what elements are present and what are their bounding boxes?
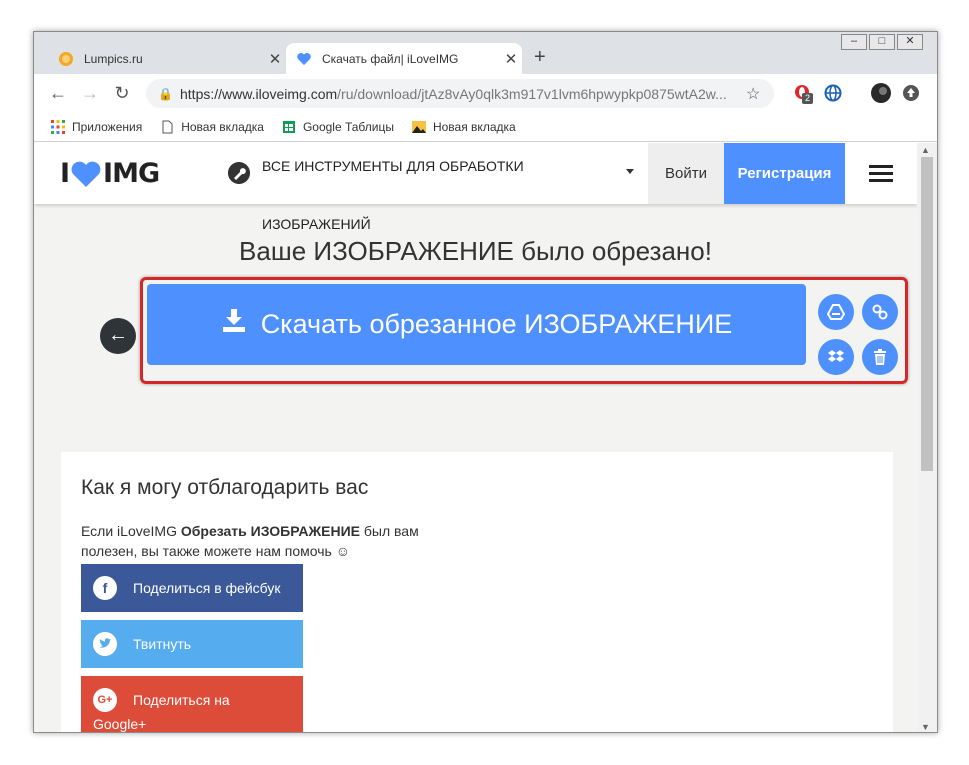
bookmark-label: Приложения: [72, 119, 143, 134]
reload-icon[interactable]: ↻: [112, 83, 132, 103]
login-button[interactable]: Войти: [648, 143, 724, 204]
scrollbar-thumb[interactable]: [921, 157, 933, 471]
image-icon: [411, 120, 426, 133]
delete-button[interactable]: [862, 339, 898, 375]
globe-extension-icon[interactable]: [824, 84, 842, 102]
share-google-button[interactable]: G+ Поделиться на Google+: [81, 676, 303, 732]
close-window-button[interactable]: ✕: [897, 34, 923, 50]
share-google-label: Поделиться на: [133, 692, 230, 708]
thanks-card: Как я могу отблагодарить вас Если iLoveI…: [61, 452, 893, 732]
hamburger-menu-icon[interactable]: [869, 165, 893, 182]
url-domain: https://www.iloveimg.com: [180, 85, 338, 102]
back-button[interactable]: ←: [100, 318, 136, 354]
bookmark-apps[interactable]: Приложения: [51, 119, 143, 134]
forward-arrow-icon[interactable]: →: [80, 83, 100, 103]
tab-title: Lumpics.ru: [84, 51, 143, 66]
share-facebook-label: Поделиться в фейсбук: [133, 580, 281, 596]
bookmark-new-tab[interactable]: Новая вкладка: [160, 120, 264, 134]
page-icon: [162, 120, 173, 133]
scroll-down-arrow-icon[interactable]: ▼: [921, 722, 930, 732]
heart-logo-icon: [71, 161, 101, 187]
heart-favicon-icon: [297, 52, 311, 65]
thanks-text: Если iLoveIMG Обрезать ИЗОБРАЖЕНИЕ был в…: [81, 521, 461, 561]
trash-icon: [874, 349, 886, 365]
logo-letter: I: [60, 158, 70, 189]
register-button[interactable]: Регистрация: [724, 143, 845, 204]
share-link-button[interactable]: [862, 294, 898, 330]
url-path: /ru/download/jtAz8vAy0qlk3m917v1lvm6hpwy…: [337, 85, 727, 102]
site-header: I IMG ВСЕ ИНСТРУМЕНТЫ ДЛЯ ОБРАБОТКИ ИЗОБ…: [34, 143, 917, 232]
lock-icon: 🔒: [158, 86, 173, 101]
tab-lumpics[interactable]: Lumpics.ru ✕: [48, 43, 286, 74]
thanks-heading: Как я могу отблагодарить вас: [81, 476, 369, 499]
tab-strip: Lumpics.ru ✕ Скачать файл| iLoveIMG ✕ + …: [34, 32, 937, 74]
tab-close-icon[interactable]: ✕: [264, 50, 286, 68]
chevron-down-icon[interactable]: [626, 169, 634, 174]
tab-title: Скачать файл| iLoveIMG: [322, 51, 459, 66]
share-google-label-2: Google+: [93, 716, 147, 732]
bookmark-label: Новая вкладка: [181, 119, 264, 134]
back-arrow-icon[interactable]: ←: [48, 83, 68, 103]
bookmark-new-tab-2[interactable]: Новая вкладка: [411, 119, 516, 134]
google-plus-icon: G+: [93, 688, 117, 712]
new-tab-button[interactable]: +: [534, 46, 546, 69]
google-drive-button[interactable]: [818, 294, 854, 330]
extension-badge: 2: [802, 93, 813, 104]
scroll-up-arrow-icon[interactable]: ▲: [921, 145, 930, 155]
all-tools-line1: ВСЕ ИНСТРУМЕНТЫ ДЛЯ ОБРАБОТКИ: [262, 158, 524, 174]
apps-grid-icon: [51, 119, 65, 134]
lumpics-favicon-icon: [59, 51, 73, 66]
bookmark-star-icon[interactable]: ☆: [746, 84, 774, 104]
bookmark-label: Новая вкладка: [432, 119, 516, 134]
dropbox-icon: [828, 350, 844, 362]
link-icon: [872, 304, 888, 320]
update-arrow-icon[interactable]: [902, 84, 920, 102]
share-twitter-button[interactable]: Твитнуть: [81, 620, 303, 668]
address-bar[interactable]: 🔒 https://www.iloveimg.com/ru/download/j…: [146, 79, 774, 108]
logo-text: IMG: [103, 158, 160, 189]
iloveimg-logo[interactable]: I IMG: [60, 158, 160, 189]
url-text: https://www.iloveimg.com/ru/download/jtA…: [180, 86, 746, 102]
google-drive-icon: [827, 304, 845, 320]
thanks-text-before: Если iLoveIMG: [81, 523, 181, 539]
browser-toolbar: ← → ↻ 🔒 https://www.iloveimg.com/ru/down…: [34, 74, 937, 112]
page-title: Ваше ИЗОБРАЖЕНИЕ было обрезано!: [239, 236, 712, 266]
bookmarks-bar: Приложения Новая вкладка Google Таблицы …: [34, 112, 937, 142]
bookmark-google-sheets[interactable]: Google Таблицы: [282, 120, 394, 134]
bookmark-label: Google Таблицы: [302, 119, 394, 134]
thanks-text-bold: Обрезать ИЗОБРАЖЕНИЕ: [180, 523, 360, 539]
twitter-icon: [93, 632, 117, 656]
wrench-icon[interactable]: [228, 162, 250, 184]
download-icon: [222, 308, 245, 332]
sheets-icon: [282, 120, 295, 133]
avatar[interactable]: [871, 83, 891, 103]
page-scrollbar[interactable]: ▲ ▼: [917, 143, 937, 732]
page-content: I IMG ВСЕ ИНСТРУМЕНТЫ ДЛЯ ОБРАБОТКИ ИЗОБ…: [34, 143, 917, 732]
facebook-icon: f: [93, 576, 117, 600]
window-controls: – □ ✕: [839, 34, 923, 50]
download-button[interactable]: Скачать обрезанное ИЗОБРАЖЕНИЕ: [147, 284, 806, 365]
tab-iloveimg[interactable]: Скачать файл| iLoveIMG ✕: [286, 43, 522, 74]
tab-close-icon[interactable]: ✕: [500, 50, 522, 68]
maximize-button[interactable]: □: [869, 34, 895, 50]
download-label: Скачать обрезанное ИЗОБРАЖЕНИЕ: [260, 309, 733, 339]
share-twitter-label: Твитнуть: [133, 636, 192, 652]
share-facebook-button[interactable]: f Поделиться в фейсбук: [81, 564, 303, 612]
minimize-button[interactable]: –: [841, 34, 867, 50]
dropbox-button[interactable]: [818, 339, 854, 375]
browser-window: Lumpics.ru ✕ Скачать файл| iLoveIMG ✕ + …: [33, 31, 938, 733]
